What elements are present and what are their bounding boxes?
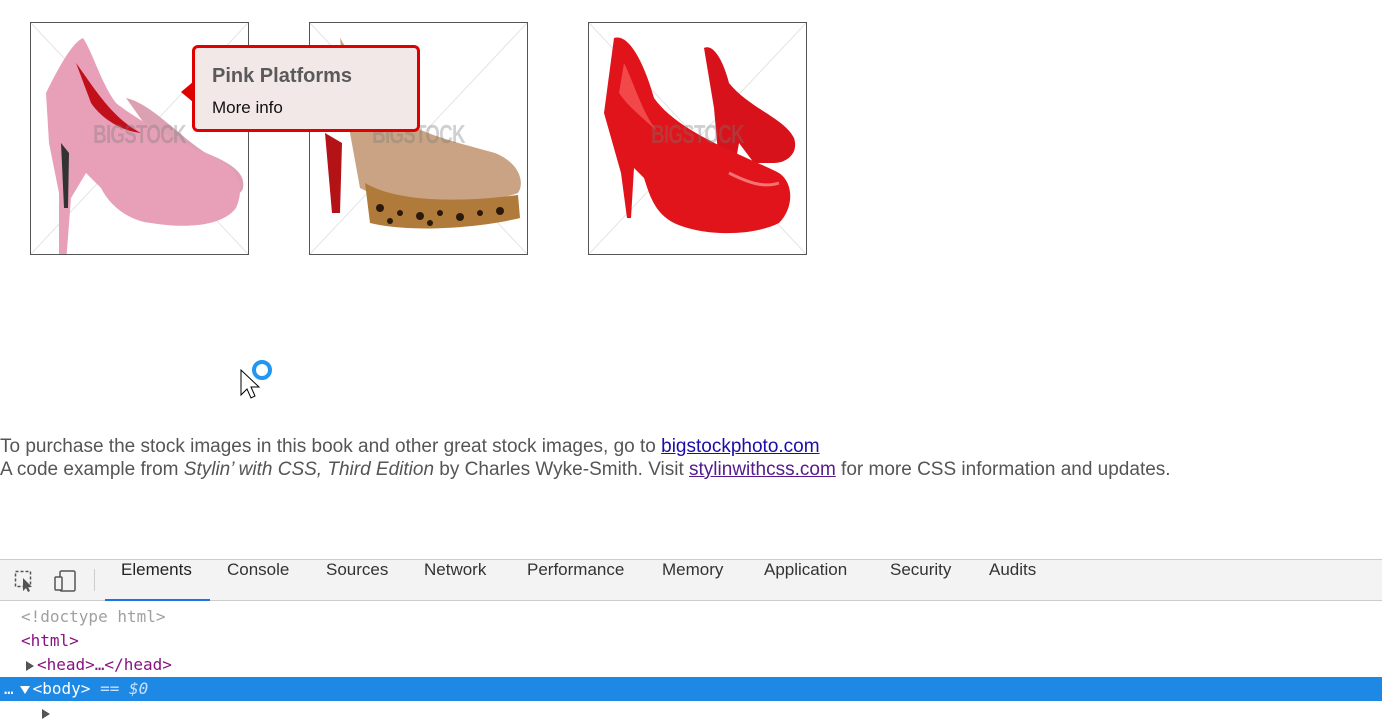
node-actions-dots[interactable]: … bbox=[4, 679, 14, 698]
tab-sources[interactable]: Sources bbox=[326, 560, 388, 600]
dom-node-doctype[interactable]: <!doctype html> bbox=[0, 605, 1382, 629]
credit-suffix: for more CSS information and updates. bbox=[835, 459, 1171, 480]
tooltip-more-info-link[interactable]: More info bbox=[212, 98, 283, 118]
head-tag: <head>…</head> bbox=[37, 655, 172, 674]
inspect-element-icon[interactable] bbox=[14, 570, 38, 592]
tab-network[interactable]: Network bbox=[424, 560, 486, 600]
dom-node-head[interactable]: <head>…</head> bbox=[0, 653, 1382, 677]
purchase-line: To purchase the stock images in this boo… bbox=[0, 435, 1171, 458]
purchase-text: To purchase the stock images in this boo… bbox=[0, 436, 662, 457]
expand-triangle-icon[interactable] bbox=[26, 660, 34, 671]
mouse-cursor-busy-icon bbox=[240, 360, 272, 399]
stylinwithcss-link[interactable]: stylinwithcss.com bbox=[689, 459, 836, 480]
html-tag: <html> bbox=[21, 631, 79, 650]
selected-node-marker: == $0 bbox=[100, 679, 149, 698]
tooltip-popup: Pink Platforms More info bbox=[181, 45, 420, 132]
tab-audits[interactable]: Audits bbox=[989, 560, 1036, 600]
bigstockphoto-link[interactable]: bigstockphoto.com bbox=[661, 436, 819, 457]
tab-memory[interactable]: Memory bbox=[662, 560, 723, 600]
dom-node-html[interactable]: <html> bbox=[0, 629, 1382, 653]
credit-prefix: A code example from bbox=[0, 459, 184, 480]
device-toolbar-icon[interactable] bbox=[53, 570, 77, 592]
tooltip-title: Pink Platforms bbox=[212, 65, 353, 87]
doctype-text: <!doctype html> bbox=[21, 607, 166, 626]
gallery-thumb-red[interactable]: BIGSTOCK bbox=[588, 22, 807, 255]
tab-application[interactable]: Application bbox=[764, 560, 847, 600]
body-tag: <body> bbox=[32, 679, 91, 698]
credit-line: A code example from Stylin’ with CSS, Th… bbox=[0, 458, 1171, 481]
tab-console[interactable]: Console bbox=[227, 560, 289, 600]
collapse-triangle-icon[interactable] bbox=[19, 685, 30, 694]
devtools-toolbar: Elements Console Sources Network Perform… bbox=[0, 560, 1382, 601]
tab-security[interactable]: Security bbox=[890, 560, 951, 600]
credit-middle: by Charles Wyke-Smith. Visit bbox=[434, 459, 690, 480]
dom-node-body-selected[interactable]: … <body> == $0 bbox=[0, 677, 1382, 701]
tab-elements[interactable]: Elements bbox=[105, 560, 210, 601]
tab-performance[interactable]: Performance bbox=[527, 560, 624, 600]
footer-text: To purchase the stock images in this boo… bbox=[0, 435, 1171, 481]
dom-node-child-partial[interactable] bbox=[0, 701, 1382, 725]
watermark-text: BIGSTOCK bbox=[651, 119, 744, 149]
toolbar-separator bbox=[94, 569, 95, 591]
devtools-panel: Elements Console Sources Network Perform… bbox=[0, 559, 1382, 719]
expand-triangle-icon[interactable] bbox=[42, 708, 50, 719]
book-title: Stylin’ with CSS, Third Edition bbox=[183, 459, 435, 480]
tooltip-arrow bbox=[181, 82, 193, 102]
